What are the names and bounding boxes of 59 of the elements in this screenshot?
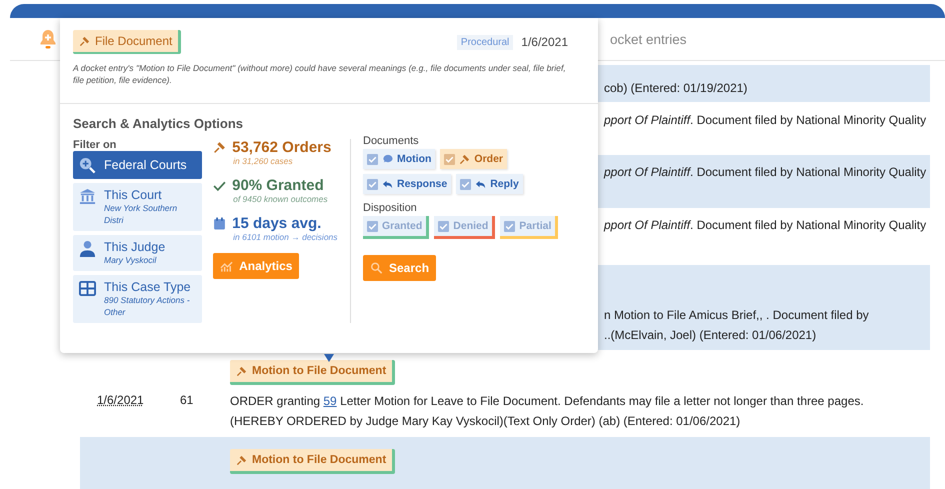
pointer-arrow-icon <box>324 354 334 362</box>
person-icon <box>79 240 96 257</box>
note-text: A docket entry's "Motion to File Document" (without more) could have several meanings (e.g., file documents under seal, file brief, file petition, file evidence). <box>73 62 567 86</box>
checkbox[interactable] <box>504 220 516 232</box>
check-icon <box>213 179 226 192</box>
gavel-icon <box>236 366 247 376</box>
entry-text: ORDER granting 59 Letter Motion for Leave to File Document. Defendants may file a letter not longer than three pages. (HEREBY ORDERED by Judge Mary Kay Vyskocil)(Text Only Order) (ab) (Entered: 01/06/2021) <box>230 393 865 430</box>
entry-text: n Motion to File Amicus Brief,, . Document filed by <box>604 307 869 324</box>
category-badge: Procedural <box>456 34 514 50</box>
entry-number: 61 <box>180 393 194 407</box>
checkbox[interactable] <box>460 178 472 190</box>
document-tag[interactable]: Motion to File Document <box>230 449 396 474</box>
speech-bubble-icon <box>382 154 393 164</box>
checkbox[interactable] <box>367 178 378 190</box>
entry-text: cob) (Entered: 01/19/2021) <box>604 80 748 97</box>
filter-option[interactable]: This Judge Mary Vyskocil <box>73 235 202 271</box>
stat-value: 53,762 Orders <box>232 139 332 156</box>
search-icon <box>79 156 96 174</box>
reply-arrow-icon <box>475 178 486 190</box>
gavel-icon <box>79 36 90 46</box>
document-filter[interactable]: Motion <box>363 149 436 169</box>
filter-label: Filter on <box>73 139 118 151</box>
filter-option[interactable]: This Case Type 890 Statutory Actions - Other <box>73 275 202 323</box>
reply-arrow-icon <box>382 178 393 190</box>
document-filter[interactable]: Reply <box>456 174 523 194</box>
gavel-icon <box>213 141 226 154</box>
gavel-icon <box>236 454 247 466</box>
entry-text: pport Of Plaintiff. Document filed by National Minority Quality <box>604 217 926 234</box>
docket-link[interactable]: 59 <box>323 394 337 408</box>
stat-value: 90% Granted <box>232 177 324 194</box>
group-label: Documents <box>363 135 420 147</box>
stat-caption: in 31,260 cases <box>232 156 294 166</box>
grid-icon <box>79 280 96 297</box>
filter-option[interactable]: Federal Courts <box>73 151 202 179</box>
checkbox[interactable] <box>438 220 450 232</box>
document-filter[interactable]: Order <box>440 149 507 169</box>
checkbox[interactable] <box>444 154 456 164</box>
checkbox[interactable] <box>367 220 378 232</box>
entry-text: ..(McElvain, Joel) (Entered: 01/06/2021) <box>604 327 818 344</box>
gavel-icon <box>459 154 470 164</box>
stat-caption: in 6101 motion → decisions <box>232 232 339 242</box>
stat-caption: of 9450 known outcomes <box>232 194 329 204</box>
document-filter[interactable]: Response <box>363 174 452 194</box>
courthouse-icon <box>79 188 96 205</box>
chart-icon <box>220 260 234 272</box>
entry-text: pport Of Plaintiff. Document filed by National Minority Quality <box>604 164 926 181</box>
search-icon <box>370 262 383 274</box>
filter-option[interactable]: This Court New York Southern Distri <box>73 183 202 231</box>
stat-value: 15 days avg. <box>232 215 322 232</box>
group-label: Disposition <box>363 202 418 214</box>
bell-icon[interactable] <box>38 28 58 50</box>
document-tag[interactable]: File Document <box>73 30 182 54</box>
calendar-icon <box>213 217 226 230</box>
entry-text: pport Of Plaintiff. Document filed by National Minority Quality <box>604 112 926 129</box>
entry-date: 1/6/2021 <box>521 35 568 49</box>
entry-date[interactable]: 1/6/2021 <box>97 393 144 407</box>
checkbox[interactable] <box>367 154 378 164</box>
section-title: Search & Analytics Options <box>73 116 244 131</box>
document-tag[interactable]: Motion to File Document <box>230 360 396 385</box>
